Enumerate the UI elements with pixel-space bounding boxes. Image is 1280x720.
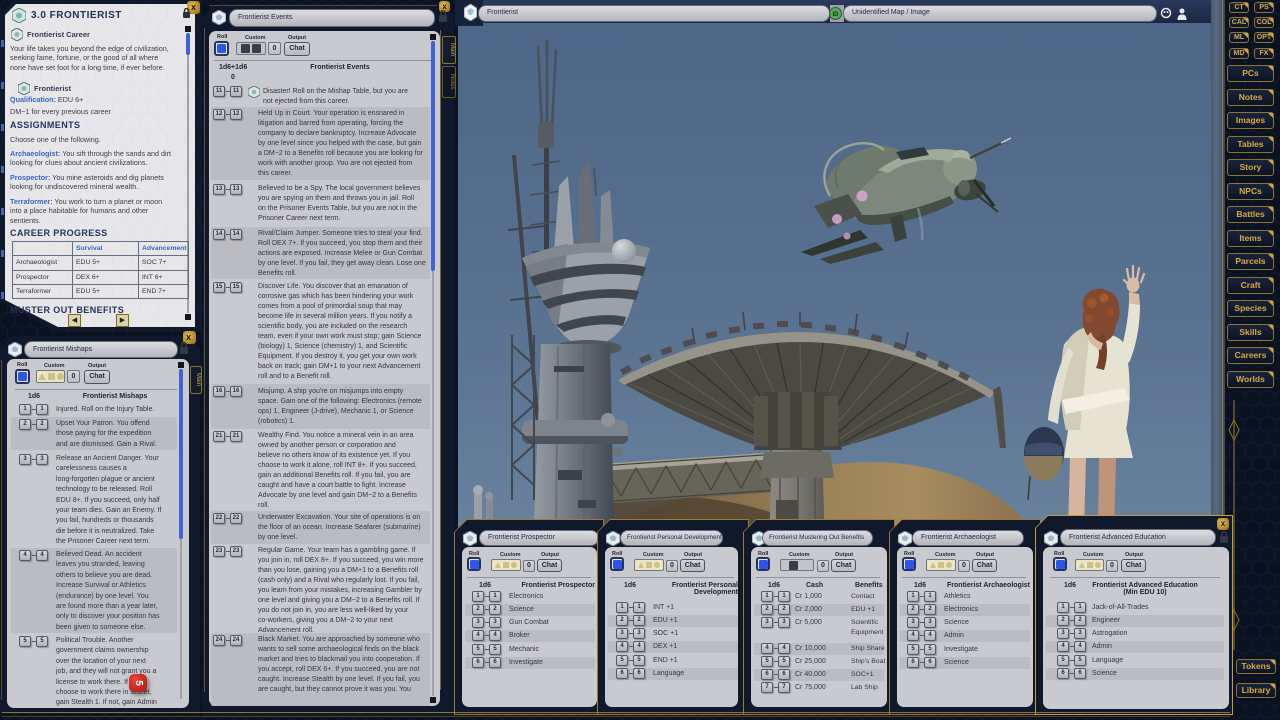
svg-text:ID: ID — [833, 12, 840, 18]
